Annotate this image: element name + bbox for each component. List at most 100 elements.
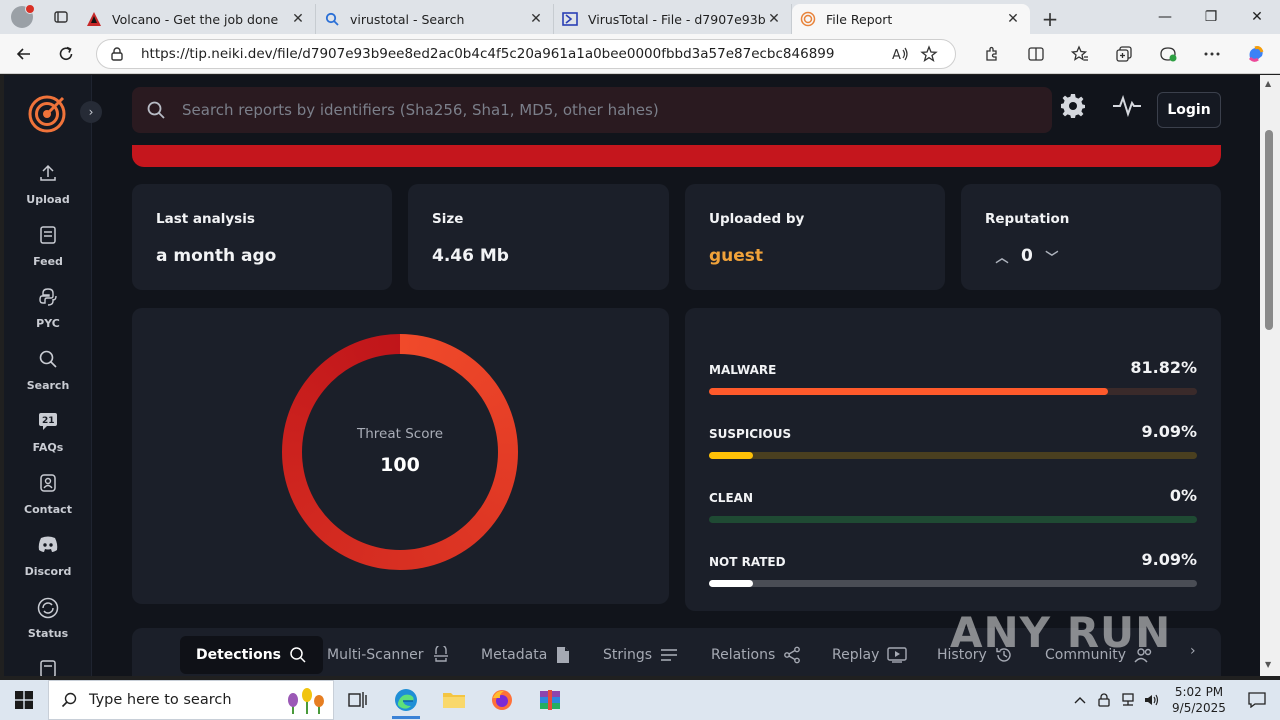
close-tab-icon[interactable]: ✕ bbox=[289, 11, 307, 27]
uploaded-by-card: Uploaded by guest bbox=[685, 184, 945, 290]
verdict-percent: 9.09% bbox=[1141, 550, 1197, 569]
windows-taskbar: Type here to search 5:02 PM 9/5/2025 bbox=[0, 680, 1280, 720]
sidebar-item-discord[interactable]: Discord bbox=[4, 535, 92, 578]
login-button[interactable]: Login bbox=[1157, 92, 1221, 128]
threat-score-ring-hole bbox=[302, 354, 498, 550]
address-bar: https://tip.neiki.dev/file/d7907e93b9ee8… bbox=[0, 34, 1280, 74]
sidebar: › Upload Feed PYC Search 21 FAQs Contact… bbox=[4, 75, 102, 676]
share-icon bbox=[783, 646, 801, 664]
tab-relations[interactable]: Relations bbox=[711, 636, 801, 674]
scroll-up-icon[interactable]: ▲ bbox=[1265, 79, 1271, 88]
tab-multi-scanner[interactable]: Multi-Scanner bbox=[327, 636, 450, 674]
verdict-progress-fill bbox=[709, 452, 754, 459]
restore-icon[interactable]: ❐ bbox=[1188, 9, 1234, 25]
sidebar-item-feed[interactable]: Feed bbox=[4, 225, 92, 268]
clock-time: 5:02 PM bbox=[1174, 685, 1224, 699]
downvote-chevron-down-icon[interactable]: ﹀ bbox=[1041, 247, 1063, 266]
sidebar-item-more[interactable] bbox=[4, 659, 92, 676]
read-aloud-icon[interactable]: A bbox=[887, 46, 915, 62]
activity-pulse-icon[interactable] bbox=[1112, 95, 1142, 117]
system-clock[interactable]: 5:02 PM 9/5/2025 bbox=[1164, 684, 1234, 716]
tab-metadata[interactable]: Metadata bbox=[481, 636, 571, 674]
search-favicon-icon bbox=[324, 11, 340, 27]
sidebar-item-status[interactable]: Status bbox=[4, 597, 92, 640]
verdict-label: NOT RATED bbox=[709, 555, 786, 569]
verdict-progress-fill bbox=[709, 388, 1109, 395]
split-screen-icon[interactable] bbox=[1014, 38, 1058, 70]
refresh-icon[interactable] bbox=[48, 38, 84, 70]
security-icon[interactable] bbox=[1092, 693, 1116, 707]
back-icon[interactable] bbox=[6, 38, 42, 70]
firefox-icon[interactable] bbox=[478, 680, 526, 720]
threat-score-card: Threat Score 100 bbox=[132, 308, 669, 604]
browser-tab-volcano[interactable]: Volcano - Get the job done ✕ bbox=[78, 4, 316, 34]
uploaded-by-label: Uploaded by bbox=[709, 211, 805, 227]
tab-label: Relations bbox=[711, 647, 776, 663]
clock-date: 9/5/2025 bbox=[1172, 701, 1226, 715]
search-icon bbox=[61, 692, 77, 708]
site-info-icon[interactable] bbox=[109, 46, 127, 62]
edge-taskbar-icon[interactable] bbox=[382, 680, 430, 720]
winrar-icon[interactable] bbox=[526, 680, 574, 720]
favorites-icon[interactable] bbox=[1058, 38, 1102, 70]
tabs-scroll-right-chevron-icon[interactable]: › bbox=[1190, 643, 1196, 659]
tab-title: VirusTotal - File - d7907e93b9ee8 bbox=[588, 11, 765, 27]
sidebar-item-faqs[interactable]: 21 FAQs bbox=[4, 411, 92, 454]
notifications-icon[interactable] bbox=[1234, 692, 1280, 708]
sidebar-item-label: FAQs bbox=[32, 441, 64, 454]
favorite-star-icon[interactable] bbox=[915, 44, 943, 63]
url-field[interactable]: https://tip.neiki.dev/file/d7907e93b9ee8… bbox=[96, 38, 956, 69]
svg-text:21: 21 bbox=[42, 416, 55, 426]
file-explorer-icon[interactable] bbox=[430, 680, 478, 720]
tab-label: Strings bbox=[603, 647, 653, 663]
scrollbar-thumb[interactable] bbox=[1265, 130, 1273, 330]
collections-icon[interactable] bbox=[1102, 38, 1146, 70]
windows-logo-icon bbox=[15, 691, 33, 709]
report-search-input[interactable]: Search reports by identifiers (Sha256, S… bbox=[132, 87, 1052, 133]
tab-replay[interactable]: Replay bbox=[832, 636, 908, 674]
chevron-up-icon[interactable] bbox=[1068, 696, 1092, 704]
tab-strings[interactable]: Strings bbox=[603, 636, 678, 674]
document-icon bbox=[4, 659, 92, 676]
verdict-progress-fill bbox=[709, 580, 754, 587]
taskbar-search-input[interactable]: Type here to search bbox=[48, 680, 334, 720]
uploader-link[interactable]: guest bbox=[709, 246, 763, 266]
upload-icon bbox=[4, 163, 92, 187]
start-button[interactable] bbox=[0, 680, 48, 720]
tab-detections[interactable]: Detections bbox=[180, 636, 324, 674]
new-tab-button[interactable]: + bbox=[1030, 4, 1070, 34]
volume-icon[interactable] bbox=[1140, 693, 1164, 707]
copilot-icon[interactable] bbox=[1234, 38, 1278, 70]
tab-actions-icon[interactable] bbox=[44, 0, 78, 34]
browser-tab-virustotal-search[interactable]: virustotal - Search ✕ bbox=[316, 4, 554, 34]
browser-tab-virustotal-file[interactable]: VirusTotal - File - d7907e93b9ee8 ✕ bbox=[554, 4, 792, 34]
browser-tab-file-report[interactable]: File Report ✕ bbox=[792, 4, 1030, 34]
task-view-icon[interactable] bbox=[334, 680, 382, 720]
upvote-chevron-up-icon[interactable]: ︿ bbox=[991, 247, 1013, 266]
gear-icon[interactable] bbox=[1060, 93, 1086, 119]
tulips-decoration-icon bbox=[288, 688, 324, 714]
reputation-label: Reputation bbox=[985, 211, 1070, 227]
scroll-down-icon[interactable]: ▼ bbox=[1265, 660, 1271, 669]
tab-title: File Report bbox=[826, 11, 893, 27]
browser-essentials-icon[interactable] bbox=[1146, 38, 1190, 70]
neiki-logo-icon[interactable] bbox=[26, 93, 68, 135]
minimize-icon[interactable]: — bbox=[1142, 9, 1188, 25]
close-tab-icon[interactable]: ✕ bbox=[1004, 11, 1022, 27]
close-window-icon[interactable]: ✕ bbox=[1234, 9, 1280, 25]
sidebar-item-search[interactable]: Search bbox=[4, 349, 92, 392]
close-tab-icon[interactable]: ✕ bbox=[765, 11, 783, 27]
sidebar-item-contact[interactable]: Contact bbox=[4, 473, 92, 516]
sidebar-item-pyc[interactable]: PYC bbox=[4, 287, 92, 330]
verdict-percent: 9.09% bbox=[1141, 422, 1197, 441]
close-tab-icon[interactable]: ✕ bbox=[527, 11, 545, 27]
sidebar-item-upload[interactable]: Upload bbox=[4, 163, 92, 206]
page-scrollbar[interactable]: ▲ ▼ bbox=[1260, 75, 1280, 676]
threat-score-label: Threat Score bbox=[356, 426, 444, 442]
profile-button[interactable] bbox=[0, 0, 44, 34]
network-icon[interactable] bbox=[1116, 693, 1140, 707]
more-menu-icon[interactable] bbox=[1190, 38, 1234, 70]
url-text: https://tip.neiki.dev/file/d7907e93b9ee8… bbox=[141, 45, 835, 62]
extensions-icon[interactable] bbox=[970, 38, 1014, 70]
sidebar-item-label: Search bbox=[26, 379, 70, 392]
